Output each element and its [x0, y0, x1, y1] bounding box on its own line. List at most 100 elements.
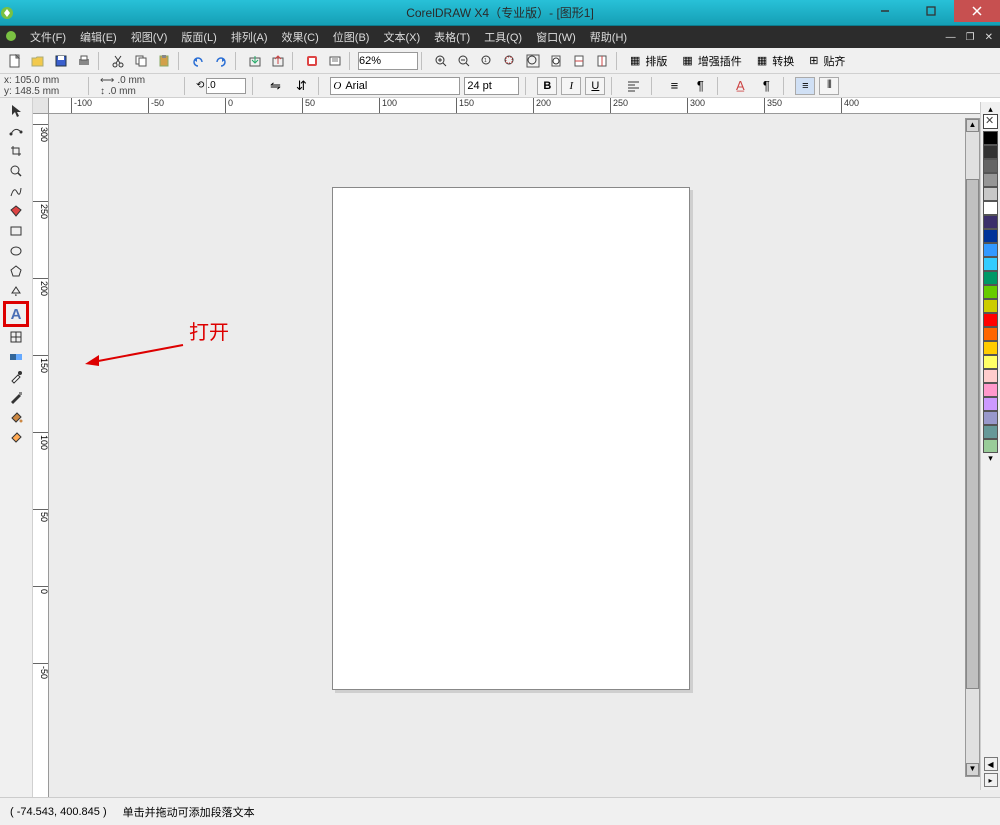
menu-edit[interactable]: 编辑(E): [74, 27, 123, 47]
rectangle-tool[interactable]: [6, 222, 26, 240]
new-button[interactable]: [4, 51, 26, 71]
dropcap-icon[interactable]: ¶: [689, 76, 711, 96]
horizontal-ruler[interactable]: -150-100-50050100150200250300350400: [49, 98, 1000, 114]
mdi-restore[interactable]: ❐: [963, 31, 978, 44]
font-family-select[interactable]: OArial: [330, 77, 460, 95]
mirror-v-icon[interactable]: ⇵: [290, 76, 312, 96]
color-swatch[interactable]: [983, 271, 998, 285]
color-swatch[interactable]: [983, 411, 998, 425]
palette-down-icon[interactable]: ▾: [985, 453, 997, 463]
color-swatch[interactable]: [983, 159, 998, 173]
palette-flyout-icon[interactable]: ▸: [984, 773, 998, 787]
menu-window[interactable]: 窗口(W): [530, 27, 582, 47]
welcome-button[interactable]: [324, 51, 346, 71]
no-color-swatch[interactable]: [983, 114, 998, 129]
ellipse-tool[interactable]: [6, 242, 26, 260]
rotation-input[interactable]: ⟲: [196, 78, 246, 94]
palette-up-icon[interactable]: ▴: [985, 104, 997, 114]
plugins-group[interactable]: ▦增强插件: [677, 51, 750, 71]
italic-button[interactable]: I: [561, 77, 581, 95]
color-swatch[interactable]: [983, 383, 998, 397]
menu-arrange[interactable]: 排列(A): [225, 27, 274, 47]
color-swatch[interactable]: [983, 257, 998, 271]
color-swatch[interactable]: [983, 313, 998, 327]
page[interactable]: [332, 187, 690, 690]
canvas[interactable]: 打开: [49, 114, 1000, 801]
layout-group[interactable]: ▦排版: [625, 51, 676, 71]
align-left-icon[interactable]: [623, 76, 645, 96]
undo-button[interactable]: [187, 51, 209, 71]
scroll-down-icon[interactable]: ▼: [966, 763, 979, 776]
cut-button[interactable]: [107, 51, 129, 71]
color-swatch[interactable]: [983, 425, 998, 439]
zoom-page-icon[interactable]: [545, 51, 567, 71]
ruler-origin[interactable]: [33, 98, 49, 114]
menu-tools[interactable]: 工具(Q): [478, 27, 528, 47]
bullets-icon[interactable]: ≡: [663, 76, 685, 96]
text-direction-h-icon[interactable]: ≡: [795, 77, 815, 95]
table-tool[interactable]: [6, 328, 26, 346]
color-swatch[interactable]: [983, 397, 998, 411]
outline-tool[interactable]: [6, 388, 26, 406]
snap-group[interactable]: ⊞贴齐: [804, 51, 854, 71]
import-button[interactable]: [244, 51, 266, 71]
copy-button[interactable]: [130, 51, 152, 71]
eyedropper-tool[interactable]: [6, 368, 26, 386]
open-button[interactable]: [27, 51, 49, 71]
interactive-fill-tool[interactable]: [6, 428, 26, 446]
menu-help[interactable]: 帮助(H): [584, 27, 633, 47]
menu-file[interactable]: 文件(F): [24, 27, 72, 47]
color-swatch[interactable]: [983, 355, 998, 369]
zoom-all-icon[interactable]: [522, 51, 544, 71]
maximize-button[interactable]: [908, 0, 954, 22]
color-swatch[interactable]: [983, 131, 998, 145]
mirror-h-icon[interactable]: ⇋: [264, 76, 286, 96]
menu-layout[interactable]: 版面(L): [175, 27, 222, 47]
color-swatch[interactable]: [983, 439, 998, 453]
text-direction-v-icon[interactable]: ⦀: [819, 77, 839, 95]
minimize-button[interactable]: [862, 0, 908, 22]
menu-bitmap[interactable]: 位图(B): [327, 27, 376, 47]
zoom-selection-icon[interactable]: [499, 51, 521, 71]
color-swatch[interactable]: [983, 327, 998, 341]
zoom-tool[interactable]: [6, 162, 26, 180]
zoom-width-icon[interactable]: [568, 51, 590, 71]
font-size-select[interactable]: [464, 77, 519, 95]
mdi-close[interactable]: ✕: [982, 31, 996, 44]
export-button[interactable]: [267, 51, 289, 71]
mdi-minimize[interactable]: —: [943, 31, 959, 44]
color-swatch[interactable]: [983, 369, 998, 383]
close-button[interactable]: [954, 0, 1000, 22]
palette-expand-icon[interactable]: ◀: [984, 757, 998, 771]
scroll-up-icon[interactable]: ▲: [966, 119, 979, 132]
para-format-icon[interactable]: ¶: [755, 76, 777, 96]
shape-tool[interactable]: [6, 122, 26, 140]
color-swatch[interactable]: [983, 145, 998, 159]
zoom-out-icon[interactable]: [453, 51, 475, 71]
color-swatch[interactable]: [983, 201, 998, 215]
smart-fill-tool[interactable]: [6, 202, 26, 220]
text-tool[interactable]: A: [4, 302, 28, 326]
zoom-in-icon[interactable]: [430, 51, 452, 71]
bold-button[interactable]: B: [537, 77, 557, 95]
zoom-height-icon[interactable]: [591, 51, 613, 71]
basic-shapes-tool[interactable]: ⋆: [6, 282, 26, 300]
polygon-tool[interactable]: [6, 262, 26, 280]
save-button[interactable]: [50, 51, 72, 71]
redo-button[interactable]: [210, 51, 232, 71]
color-swatch[interactable]: [983, 299, 998, 313]
convert-group[interactable]: ▦转换: [752, 51, 803, 71]
print-button[interactable]: [73, 51, 95, 71]
color-swatch[interactable]: [983, 173, 998, 187]
char-format-icon[interactable]: A̲: [729, 76, 751, 96]
fill-tool[interactable]: [6, 408, 26, 426]
menu-table[interactable]: 表格(T): [428, 27, 476, 47]
color-swatch[interactable]: [983, 215, 998, 229]
pick-tool[interactable]: [6, 102, 26, 120]
menu-view[interactable]: 视图(V): [125, 27, 174, 47]
vertical-ruler[interactable]: 300250200150100500-50: [33, 114, 49, 801]
freehand-tool[interactable]: [6, 182, 26, 200]
crop-tool[interactable]: [6, 142, 26, 160]
color-swatch[interactable]: [983, 187, 998, 201]
color-swatch[interactable]: [983, 229, 998, 243]
